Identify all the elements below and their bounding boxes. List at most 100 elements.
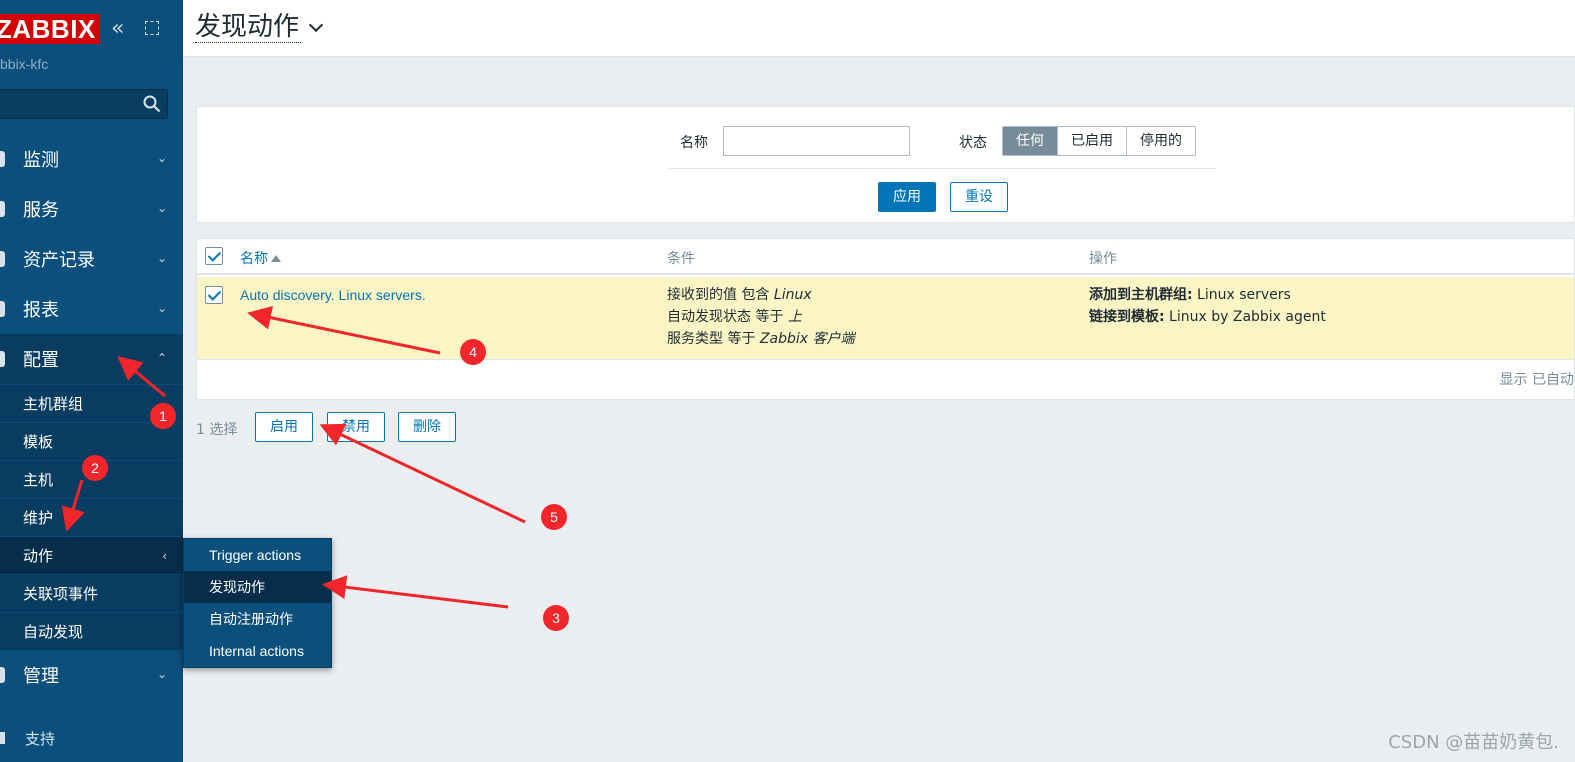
action-name[interactable]: Auto discovery. Linux servers.	[240, 287, 426, 303]
services-icon	[0, 201, 5, 217]
zabbix-logo[interactable]: ZABBIX	[0, 14, 100, 44]
submenu-item-discovery[interactable]: 自动发现	[0, 612, 183, 650]
filter-divider	[668, 168, 1216, 169]
column-header-name[interactable]: 名称	[240, 248, 281, 268]
table-header: 名称 条件 操作	[197, 239, 1574, 275]
page-title[interactable]: 发现动作	[195, 12, 302, 43]
conditions-cell: 接收到的值 包含 Linux 自动发现状态 等于 上 服务类型 等于 Zabbi…	[667, 284, 854, 350]
annotation-badge-4: 4	[460, 339, 486, 365]
menu-item-label: 服务	[23, 200, 59, 221]
condition-text: 服务类型 等于	[667, 331, 760, 347]
condition-value: 上	[787, 309, 802, 325]
support-label: 支持	[25, 730, 56, 748]
gear-icon	[0, 667, 5, 683]
menu-item-inventory[interactable]: 资产记录 ⌄	[0, 234, 183, 284]
menu-item-monitoring[interactable]: 监测 ⌄	[0, 134, 183, 184]
list-icon	[0, 251, 5, 267]
support-link[interactable]: 支持	[0, 728, 55, 749]
status-filter-label: 状态	[959, 135, 987, 151]
name-filter-input[interactable]	[723, 126, 910, 156]
condition-value: Linux	[773, 287, 812, 303]
chevron-down-icon: ⌄	[156, 251, 167, 265]
chevron-down-icon: ⌄	[156, 151, 167, 165]
filter-panel: 名称 状态 任何 已启用 停用的 应用 重设	[196, 106, 1575, 223]
menu-item-administration[interactable]: 管理 ⌄	[0, 650, 183, 700]
submenu-item-actions[interactable]: 动作 ‹	[0, 536, 183, 574]
action-name-link[interactable]: Auto discovery. Linux servers.	[240, 284, 426, 307]
condition-text: 接收到的值 包含	[667, 287, 774, 303]
server-name: bbix-kfc	[0, 56, 49, 72]
menu-item-label: 资产记录	[23, 250, 95, 271]
flyout-item-discovery-actions[interactable]: 发现动作	[184, 571, 331, 603]
status-segmented-control: 任何 已启用 停用的	[1002, 126, 1196, 156]
annotation-badge-5: 5	[541, 504, 567, 530]
chevron-left-icon: ‹	[162, 548, 167, 563]
actions-table: 名称 条件 操作 Auto discovery. Linux servers. …	[196, 238, 1575, 400]
condition-line: 服务类型 等于 Zabbix 客户端	[667, 328, 854, 350]
sort-asc-icon	[271, 255, 281, 262]
row-checkbox[interactable]	[205, 286, 223, 304]
submenu-item-maintenance[interactable]: 维护	[0, 498, 183, 536]
page-header: 发现动作	[183, 0, 1575, 57]
watermark: CSDN @苗苗奶黄包.	[1388, 732, 1559, 753]
operation-value: Linux servers	[1192, 287, 1291, 303]
menu-item-configuration[interactable]: 配置 ⌃	[0, 334, 183, 384]
operation-line: 添加到主机群组: Linux servers	[1089, 284, 1326, 306]
annotation-badge-3: 3	[543, 605, 569, 631]
chevron-down-icon: ⌄	[156, 667, 167, 681]
search-icon[interactable]	[143, 95, 161, 113]
operation-label: 添加到主机群组:	[1089, 287, 1193, 303]
table-stats: 显示 已自动	[1499, 372, 1574, 388]
column-header-conditions: 条件	[667, 251, 695, 267]
disable-button[interactable]: 禁用	[327, 412, 385, 442]
reset-button[interactable]: 重设	[950, 182, 1008, 212]
flyout-item-internal-actions[interactable]: Internal actions	[184, 635, 331, 667]
chevron-up-icon: ⌃	[156, 351, 167, 365]
support-icon	[0, 732, 5, 744]
operations-cell: 添加到主机群组: Linux servers 链接到模板: Linux by Z…	[1089, 284, 1326, 328]
flyout-item-trigger-actions[interactable]: Trigger actions	[184, 539, 331, 571]
status-enabled-button[interactable]: 已启用	[1058, 127, 1127, 155]
eye-icon	[0, 151, 5, 167]
annotation-arrow-3	[322, 575, 509, 609]
operation-value: Linux by Zabbix agent	[1164, 309, 1326, 325]
status-any-button[interactable]: 任何	[1003, 127, 1058, 155]
annotation-badge-2: 2	[82, 455, 108, 481]
enable-button[interactable]: 启用	[255, 412, 313, 442]
menu-item-label: 报表	[23, 300, 59, 321]
chevron-down-icon[interactable]	[308, 17, 324, 33]
menu-item-label: 配置	[23, 350, 59, 371]
apply-button[interactable]: 应用	[878, 182, 936, 212]
report-icon	[0, 301, 5, 317]
chevron-down-icon: ⌄	[156, 301, 167, 315]
flyout-item-autoregistration-actions[interactable]: 自动注册动作	[184, 603, 331, 635]
column-header-operations: 操作	[1089, 251, 1117, 267]
selected-count: 1 选择	[196, 422, 238, 438]
operation-line: 链接到模板: Linux by Zabbix agent	[1089, 306, 1326, 328]
collapse-sidebar-icon[interactable]: «	[111, 18, 124, 40]
search-input[interactable]	[0, 89, 168, 119]
sidebar: ZABBIX « bbix-kfc 监测 ⌄ 服务 ⌄ 资产记录 ⌄ 报表 ⌄	[0, 0, 183, 762]
chevron-down-icon: ⌄	[156, 201, 167, 215]
annotation-badge-1: 1	[150, 403, 176, 429]
operation-label: 链接到模板:	[1089, 309, 1165, 325]
wrench-icon	[0, 351, 5, 367]
menu-item-label: 管理	[23, 666, 59, 687]
actions-flyout-menu: Trigger actions 发现动作 自动注册动作 Internal act…	[183, 538, 332, 668]
condition-line: 自动发现状态 等于 上	[667, 306, 854, 328]
select-all-checkbox[interactable]	[205, 247, 223, 265]
status-disabled-button[interactable]: 停用的	[1127, 127, 1195, 155]
condition-text: 自动发现状态 等于	[667, 309, 788, 325]
condition-line: 接收到的值 包含 Linux	[667, 284, 854, 306]
menu-item-services[interactable]: 服务 ⌄	[0, 184, 183, 234]
column-header-label: 名称	[240, 251, 268, 267]
condition-value: Zabbix 客户端	[759, 331, 855, 347]
menu-item-label: 监测	[23, 150, 59, 171]
table-row: Auto discovery. Linux servers. 接收到的值 包含 …	[197, 277, 1574, 360]
menu-item-reports[interactable]: 报表 ⌄	[0, 284, 183, 334]
name-filter-label: 名称	[680, 135, 708, 151]
delete-button[interactable]: 删除	[398, 412, 456, 442]
submenu-item-event-correlation[interactable]: 关联项事件	[0, 574, 183, 612]
submenu-item-label: 动作	[23, 547, 54, 565]
kiosk-mode-icon[interactable]	[145, 21, 159, 35]
